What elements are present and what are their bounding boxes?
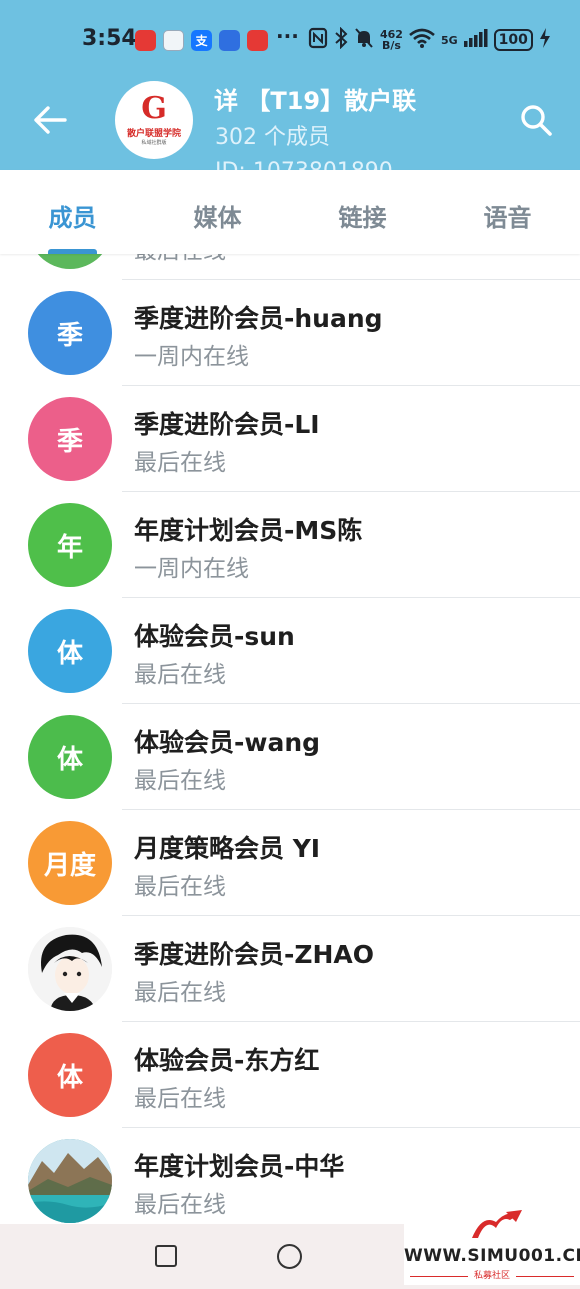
- mute-icon: [354, 27, 374, 53]
- member-status: 最后在线: [134, 980, 226, 1006]
- member-name: 体验会员-东方红: [134, 1046, 320, 1075]
- member-name: 年度计划会员-MS陈: [134, 516, 363, 545]
- member-row[interactable]: 体体验会员-东方红 最后在线: [0, 1022, 580, 1128]
- network-type: 5G: [440, 33, 458, 47]
- tab-bar: 成员 媒体 链接 语音: [0, 170, 580, 254]
- member-status: 最后在线: [134, 1192, 226, 1218]
- member-row[interactable]: 体体验会员-wang 最后在线: [0, 704, 580, 810]
- member-avatar: [28, 927, 112, 1011]
- chat-header: 3:54 支 ··· 462 B/s 5G 100 G 散户联盟学院 私域社群版…: [0, 0, 580, 170]
- signal-icon: [463, 27, 488, 53]
- bluetooth-icon: [334, 26, 348, 53]
- search-icon: [521, 105, 552, 136]
- member-row[interactable]: 月度 月度策略会员 YI 最后在线: [0, 810, 580, 916]
- status-time: 3:54: [82, 26, 137, 51]
- back-button[interactable]: [30, 100, 70, 140]
- member-avatar: 季: [28, 291, 112, 375]
- watermark-line-right: [516, 1276, 574, 1277]
- member-list[interactable]: 最后在线季季度进阶会员-huang一周内在线季季度进阶会员-LI最后在线年年度计…: [0, 254, 580, 1224]
- search-button[interactable]: [516, 100, 556, 140]
- net-speed: 462 B/s: [380, 28, 403, 52]
- member-status: 最后在线: [134, 662, 226, 688]
- blue-app-icon: [219, 30, 240, 51]
- charging-icon: [539, 27, 551, 53]
- member-avatar: 体: [28, 715, 112, 799]
- tab-label: 成员: [48, 204, 97, 232]
- member-avatar: [28, 254, 112, 269]
- member-status: 最后在线: [134, 768, 226, 794]
- home-button[interactable]: [277, 1244, 302, 1269]
- member-name: 季度进阶会员-LI: [134, 410, 320, 439]
- logo-icon: G: [141, 91, 167, 126]
- nfc-icon: [308, 27, 328, 53]
- status-indicators: 462 B/s 5G 100: [308, 26, 551, 54]
- member-avatar: 月度: [28, 821, 112, 905]
- member-row[interactable]: 体体验会员-sun 最后在线: [0, 598, 580, 704]
- member-avatar: 年: [28, 503, 112, 587]
- tab-label: 链接: [338, 204, 387, 232]
- member-avatar: 体: [28, 1033, 112, 1117]
- group-id: ID: 1073801890: [215, 158, 393, 170]
- member-status: 最后在线: [134, 450, 226, 476]
- battery-indicator: 100: [493, 29, 533, 51]
- member-avatar: 季: [28, 397, 112, 481]
- arrow-left-icon: [34, 106, 67, 134]
- watermark-url: WWW.SIMU001.CN: [404, 1246, 580, 1266]
- member-row[interactable]: 年年度计划会员-MS陈 一周内在线: [0, 492, 580, 598]
- red-app-icon: [135, 30, 156, 51]
- watermark: WWW.SIMU001.CN 私募社区: [404, 1204, 580, 1285]
- member-count: 302 个成员: [215, 125, 330, 150]
- recent-apps-button[interactable]: [155, 1245, 177, 1267]
- alipay-icon: 支: [191, 30, 212, 51]
- member-avatar: [28, 1139, 112, 1223]
- member-status: 最后在线: [134, 1086, 226, 1112]
- member-name: 月度策略会员 YI: [134, 834, 321, 863]
- member-status: 一周内在线: [134, 344, 249, 370]
- member-status: 最后在线: [134, 874, 226, 900]
- notification-icons: 支: [135, 30, 268, 51]
- group-title: 详 【T19】散户联: [214, 87, 417, 115]
- tab-4[interactable]: 语音: [435, 170, 580, 254]
- redbook-icon: [247, 30, 268, 51]
- more-notifications-icon: ···: [276, 24, 299, 48]
- member-status: 一周内在线: [134, 556, 249, 582]
- member-name: 体验会员-wang: [134, 728, 321, 757]
- member-status: 最后在线: [134, 254, 226, 265]
- watermark-tag: 私募社区: [473, 1271, 510, 1281]
- status-bar: 3:54 支 ··· 462 B/s 5G 100: [0, 0, 580, 80]
- member-row[interactable]: 季季度进阶会员-huang 一周内在线: [0, 280, 580, 386]
- tab-active-indicator: [48, 249, 97, 254]
- member-row[interactable]: 季度进阶会员-ZHAO 最后在线: [0, 916, 580, 1022]
- member-name: 年度计划会员-中华: [134, 1152, 345, 1181]
- watermark-logo: [472, 1210, 522, 1238]
- tab-1[interactable]: 成员: [0, 170, 145, 254]
- member-row[interactable]: 季季度进阶会员-LI 最后在线: [0, 386, 580, 492]
- member-row[interactable]: 最后在线: [0, 254, 580, 280]
- avatar-name: 散户联盟学院: [126, 129, 181, 139]
- tab-2[interactable]: 媒体: [145, 170, 290, 254]
- tab-label: 语音: [483, 204, 532, 232]
- group-avatar[interactable]: G 散户联盟学院 私域社群版: [115, 81, 193, 159]
- tab-3[interactable]: 链接: [290, 170, 435, 254]
- white-app-icon: [163, 30, 184, 51]
- avatar-subtitle: 私域社群版: [141, 140, 167, 146]
- member-name: 季度进阶会员-huang: [134, 304, 383, 333]
- tab-label: 媒体: [193, 204, 242, 232]
- member-name: 季度进阶会员-ZHAO: [134, 940, 375, 969]
- member-avatar: 体: [28, 609, 112, 693]
- member-name: 体验会员-sun: [134, 622, 295, 651]
- wifi-icon: [409, 27, 435, 53]
